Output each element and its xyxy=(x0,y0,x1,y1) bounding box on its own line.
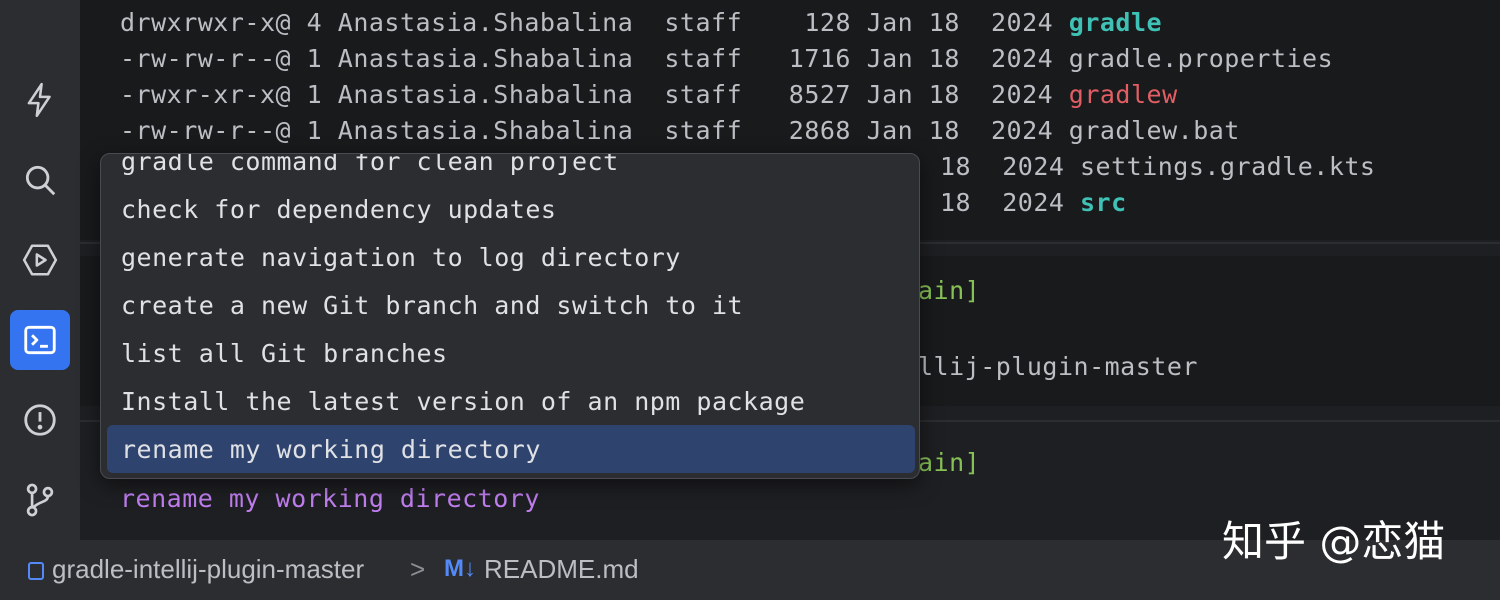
command-input[interactable]: rename my working directory xyxy=(120,481,540,517)
chevron-right-icon: > xyxy=(410,554,426,584)
project-icon xyxy=(28,562,44,580)
ls-row: drwxrwxr-x@ 4 Anastasia.Shabalina staff … xyxy=(120,8,1163,37)
completion-item[interactable]: gradle command for clean project xyxy=(121,154,619,180)
run-icon[interactable] xyxy=(10,230,70,290)
breadcrumb-project[interactable]: gradle-intellij-plugin-master xyxy=(52,554,364,585)
prompt-branch: ain] xyxy=(918,276,981,305)
completion-item[interactable]: Install the latest version of an npm pac… xyxy=(121,384,805,420)
markdown-icon: M↓ xyxy=(444,555,476,582)
problems-icon[interactable] xyxy=(10,390,70,450)
ls-row: -rw-rw-r--@ 1 Anastasia.Shabalina staff … xyxy=(120,44,1334,73)
prompt-path: llij-plugin-master xyxy=(918,352,1198,381)
completion-popup[interactable]: gradle command for clean project check f… xyxy=(100,153,920,479)
completion-item[interactable]: check for dependency updates xyxy=(121,192,556,228)
completion-item[interactable]: list all Git branches xyxy=(121,336,448,372)
tool-window-strip xyxy=(0,0,80,540)
ls-row: 18 2024 settings.gradle.kts xyxy=(940,152,1376,181)
ls-row: -rwxr-xr-x@ 1 Anastasia.Shabalina staff … xyxy=(120,80,1178,109)
completion-item[interactable]: create a new Git branch and switch to it xyxy=(121,288,743,324)
watermark: 知乎 @恋猫 xyxy=(1222,517,1446,566)
completion-item[interactable]: generate navigation to log directory xyxy=(121,240,681,276)
search-icon[interactable] xyxy=(10,150,70,210)
git-branch-icon[interactable] xyxy=(10,470,70,530)
lightning-icon[interactable] xyxy=(10,70,70,130)
completion-item-selected[interactable]: rename my working directory xyxy=(121,432,541,468)
prompt-branch: ain] xyxy=(918,448,981,477)
ls-row: 18 2024 src xyxy=(940,188,1127,217)
terminal-icon[interactable] xyxy=(10,310,70,370)
breadcrumb-file[interactable]: README.md xyxy=(484,554,639,585)
ls-row: -rw-rw-r--@ 1 Anastasia.Shabalina staff … xyxy=(120,116,1240,145)
